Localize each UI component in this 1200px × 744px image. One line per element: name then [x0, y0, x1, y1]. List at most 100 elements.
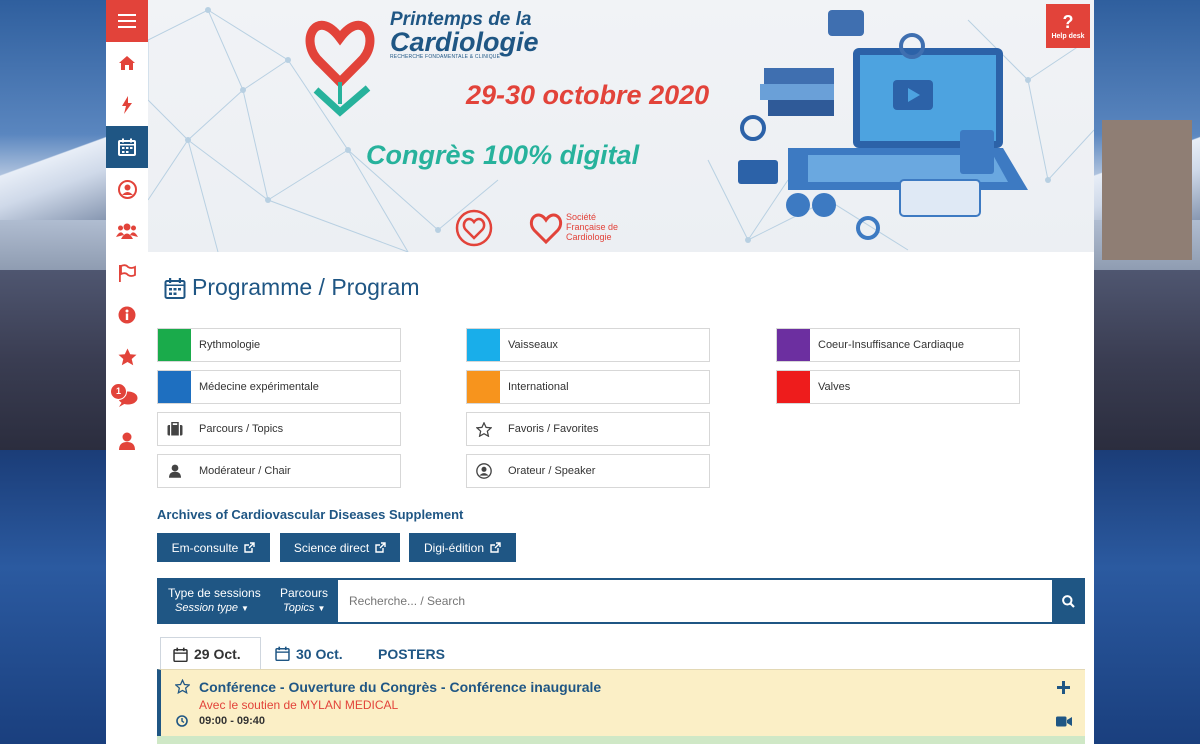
event-tagline: Congrès 100% digital — [366, 140, 640, 170]
plus-icon[interactable] — [1057, 681, 1070, 694]
sidebar-item-home[interactable] — [106, 42, 148, 84]
session-type-dropdown[interactable]: Type de sessions Session type ▼ — [168, 586, 261, 614]
sidebar-item-info[interactable] — [106, 294, 148, 336]
question-icon: ? — [1062, 11, 1074, 32]
filter-rythmologie[interactable]: Rythmologie — [157, 328, 401, 362]
brand-title: Printemps de la Cardiologie — [390, 10, 539, 56]
caret-down-icon: ▼ — [317, 604, 326, 613]
filter-medecine[interactable]: Médecine expérimentale — [157, 370, 401, 404]
filter-label: Vaisseaux — [508, 339, 558, 351]
sfc-logo-icon — [529, 213, 563, 245]
star-outline-icon — [467, 413, 500, 445]
users-icon — [116, 223, 138, 239]
sidebar-item-account[interactable] — [106, 168, 148, 210]
main-content: Printemps de la Cardiologie RECHERCHE FO… — [148, 0, 1094, 744]
sidebar-item-messages[interactable]: 1 — [106, 378, 148, 420]
video-camera-icon[interactable] — [1056, 716, 1072, 727]
menu-toggle-button[interactable] — [106, 0, 148, 42]
session-type-label: Type de sessions — [168, 586, 261, 600]
brand-line2: Cardiologie — [390, 27, 539, 57]
digi-edition-button[interactable]: Digi-édition — [409, 533, 516, 562]
sidebar-item-favorites[interactable] — [106, 336, 148, 378]
filter-international[interactable]: International — [466, 370, 710, 404]
tab-label: POSTERS — [378, 645, 445, 662]
filter-label: Modérateur / Chair — [199, 465, 291, 477]
filter-label: Médecine expérimentale — [199, 381, 319, 393]
filter-favoris[interactable]: Favoris / Favorites — [466, 412, 710, 446]
button-label: Em-consulte — [171, 540, 239, 555]
filter-label: Orateur / Speaker — [508, 465, 596, 477]
background-left — [0, 0, 106, 744]
search-button[interactable] — [1052, 578, 1085, 624]
user-circle-icon — [117, 179, 137, 199]
day-tabs: 29 Oct. 30 Oct. POSTERS — [160, 637, 1086, 670]
briefcase-icon — [158, 413, 191, 445]
tab-29-oct[interactable]: 29 Oct. — [160, 637, 261, 670]
tab-label: 29 Oct. — [194, 646, 241, 662]
external-link-icon — [375, 542, 386, 553]
calendar-icon — [275, 646, 290, 661]
session-title[interactable]: Conférence - Ouverture du Congrès - Conf… — [199, 679, 601, 695]
filter-label: Valves — [818, 381, 851, 393]
filter-vaisseaux[interactable]: Vaisseaux — [466, 328, 710, 362]
filter-orateur[interactable]: Orateur / Speaker — [466, 454, 710, 488]
calendar-icon — [118, 138, 136, 156]
filter-coeur[interactable]: Coeur-Insuffisance Cardiaque — [776, 328, 1020, 362]
filter-label: Rythmologie — [199, 339, 261, 351]
color-swatch — [467, 329, 500, 361]
search-icon — [1062, 594, 1075, 608]
lightning-icon — [122, 96, 132, 114]
next-session-strip — [157, 736, 1085, 744]
background-right — [1094, 0, 1200, 744]
brand-subtitle: RECHERCHE FONDAMENTALE & CLINIQUE — [390, 54, 501, 60]
caret-down-icon: ▼ — [241, 604, 249, 613]
banner: Printemps de la Cardiologie RECHERCHE FO… — [148, 0, 1094, 252]
button-label: Digi-édition — [423, 540, 485, 555]
sidebar-item-live[interactable] — [106, 84, 148, 126]
color-swatch — [777, 329, 810, 361]
heart-logo-icon — [305, 20, 375, 117]
archives-title: Archives of Cardiovascular Diseases Supp… — [157, 507, 464, 522]
color-swatch — [467, 371, 500, 403]
sidebar-item-partners[interactable] — [106, 252, 148, 294]
filter-parcours[interactable]: Parcours / Topics — [157, 412, 401, 446]
search-input[interactable] — [338, 580, 1052, 622]
search-bar: Type de sessions Session type ▼ Parcours… — [157, 578, 1085, 624]
user-circle-icon — [467, 455, 500, 487]
help-desk-label: Help desk — [1051, 32, 1085, 40]
session-time: 09:00 - 09:40 — [199, 715, 266, 727]
messages-badge: 1 — [110, 383, 127, 400]
clock-icon — [176, 715, 188, 727]
topics-label: Parcours — [280, 586, 329, 600]
filter-valves[interactable]: Valves — [776, 370, 1020, 404]
page-title: Programme / Program — [164, 274, 420, 301]
sidebar-item-profile[interactable] — [106, 420, 148, 462]
tab-posters[interactable]: POSTERS — [366, 637, 457, 670]
external-link-icon — [490, 542, 501, 553]
science-direct-button[interactable]: Science direct — [280, 533, 400, 562]
flag-icon — [119, 264, 136, 282]
info-icon — [118, 306, 136, 324]
star-icon — [118, 348, 136, 366]
color-swatch — [158, 329, 191, 361]
help-desk-button[interactable]: ? Help desk — [1046, 4, 1090, 48]
filter-label: Favoris / Favorites — [508, 423, 599, 435]
button-label: Science direct — [293, 540, 370, 555]
home-icon — [119, 56, 135, 70]
session-card[interactable]: Conférence - Ouverture du Congrès - Conf… — [157, 669, 1085, 744]
em-consulte-button[interactable]: Em-consulte — [157, 533, 270, 562]
external-link-icon — [244, 542, 256, 553]
sidebar-item-programme[interactable] — [106, 126, 148, 168]
filter-moderateur[interactable]: Modérateur / Chair — [157, 454, 401, 488]
sidebar-item-participants[interactable] — [106, 210, 148, 252]
session-type-label-en: Session type — [175, 602, 238, 614]
topics-label-en: Topics — [283, 602, 315, 614]
laptop-illustration-icon — [738, 10, 1028, 240]
sidebar: 1 — [106, 0, 150, 744]
grrc-logo-icon — [455, 209, 493, 247]
star-outline-icon[interactable] — [175, 679, 190, 694]
topics-dropdown[interactable]: Parcours Topics ▼ — [280, 586, 328, 614]
color-swatch — [777, 371, 810, 403]
sfc-label: Société Française de Cardiologie — [566, 212, 619, 242]
tab-30-oct[interactable]: 30 Oct. — [263, 637, 355, 670]
